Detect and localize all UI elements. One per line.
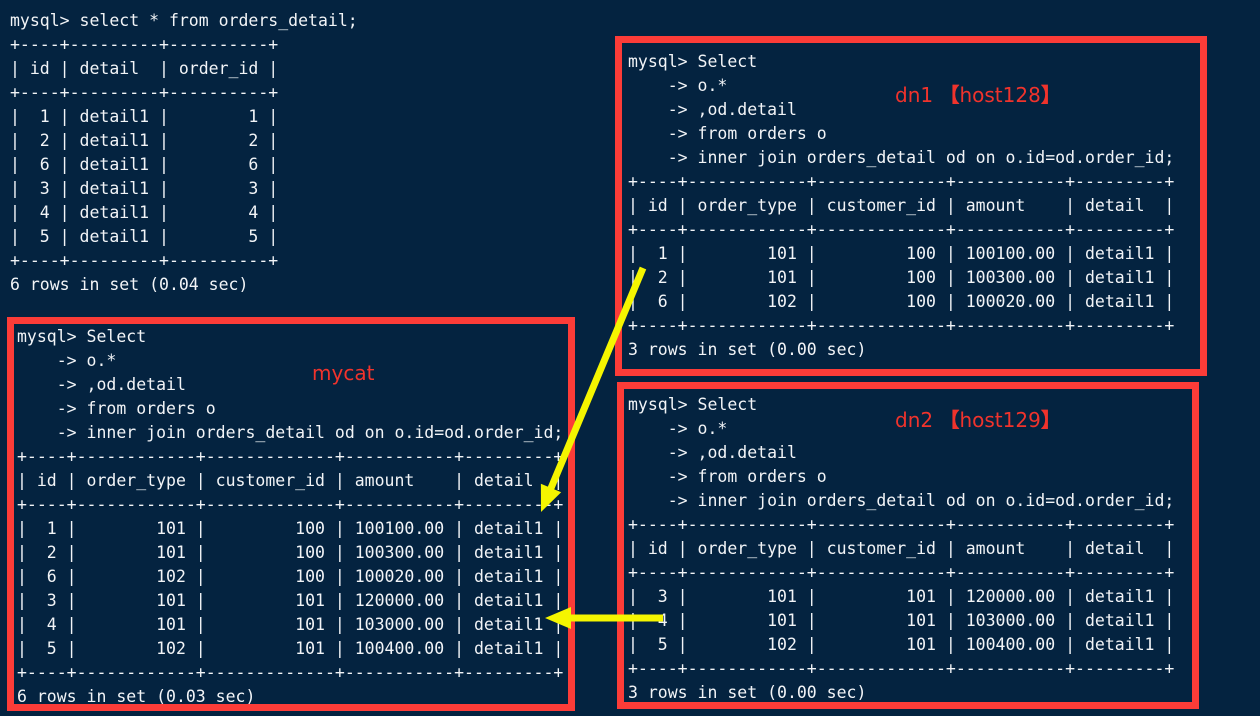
terminal-line: mysql> Select: [17, 327, 147, 346]
mycat-label-text: mycat: [312, 361, 375, 385]
orders-detail-query-output: mysql> select * from orders_detail; +----…: [10, 9, 358, 297]
terminal-line: -> from orders o: [628, 467, 827, 486]
terminal-line: +----+------------+-------------+-------…: [628, 515, 1175, 534]
dn2-label-bracket-close: 】: [1040, 408, 1061, 432]
dn1-label: dn1 【host128】: [895, 85, 1061, 105]
terminal-line: +----+---------+----------+: [10, 251, 279, 270]
terminal-line: | 2 | detail1 | 2 |: [10, 131, 279, 150]
dn1-label-host: host128: [959, 83, 1041, 107]
mycat-label: mycat: [312, 363, 374, 383]
terminal-line: +----+------------+-------------+-------…: [628, 220, 1175, 239]
terminal-line: -> from orders o: [628, 124, 827, 143]
terminal-line: | 4 | 101 | 101 | 103000.00 | detail1 |: [628, 611, 1175, 630]
terminal-line: -> o.*: [17, 351, 117, 370]
terminal-line: 3 rows in set (0.00 sec): [628, 340, 867, 359]
terminal-line: | id | order_type | customer_id | amount…: [17, 471, 564, 490]
terminal-line: -> from orders o: [17, 399, 216, 418]
terminal-line: 3 rows in set (0.00 sec): [628, 683, 867, 702]
terminal-line: | 4 | detail1 | 4 |: [10, 203, 279, 222]
terminal-line: | 3 | detail1 | 3 |: [10, 179, 279, 198]
dn1-label-bracket-close: 】: [1040, 83, 1061, 107]
terminal-line: -> ,od.detail: [17, 375, 186, 394]
terminal-line: | 6 | 102 | 100 | 100020.00 | detail1 |: [628, 292, 1175, 311]
terminal-line: +----+------------+-------------+-------…: [17, 447, 564, 466]
terminal-line: +----+------------+-------------+-------…: [628, 172, 1175, 191]
terminal-line: | 3 | 101 | 101 | 120000.00 | detail1 |: [628, 587, 1175, 606]
terminal-line: +----+------------+-------------+-------…: [628, 659, 1175, 678]
dn2-label-host: host129: [959, 408, 1041, 432]
terminal-line: | 5 | 102 | 101 | 100400.00 | detail1 |: [17, 639, 564, 658]
dn1-label-prefix: dn1: [895, 83, 940, 107]
terminal-line: -> ,od.detail: [628, 443, 797, 462]
terminal-line: | 1 | 101 | 100 | 100100.00 | detail1 |: [628, 244, 1175, 263]
terminal-line: +----+------------+-------------+-------…: [628, 316, 1175, 335]
dn2-join-query-output: mysql> Select -> o.* -> ,od.detail -> fr…: [628, 393, 1174, 705]
dn2-label: dn2 【host129】: [895, 410, 1061, 430]
dn2-label-bracket-open: 【: [939, 408, 960, 432]
terminal-line: | 5 | detail1 | 5 |: [10, 227, 279, 246]
terminal-line: +----+------------+-------------+-------…: [17, 495, 564, 514]
dn1-label-bracket-open: 【: [939, 83, 960, 107]
terminal-line: -> inner join orders_detail od on o.id=o…: [628, 148, 1175, 167]
terminal-line: +----+------------+-------------+-------…: [628, 563, 1175, 582]
terminal-line: 6 rows in set (0.03 sec): [17, 687, 256, 706]
terminal-line: | 1 | 101 | 100 | 100100.00 | detail1 |: [17, 519, 564, 538]
terminal-line: | id | order_type | customer_id | amount…: [628, 539, 1175, 558]
terminal-line: mysql> select * from orders_detail;: [10, 11, 358, 30]
terminal-line: mysql> Select: [628, 52, 758, 71]
terminal-line: -> inner join orders_detail od on o.id=o…: [628, 491, 1175, 510]
terminal-line: | 6 | 102 | 100 | 100020.00 | detail1 |: [17, 567, 564, 586]
terminal-line: | 4 | 101 | 101 | 103000.00 | detail1 |: [17, 615, 564, 634]
terminal-line: 6 rows in set (0.04 sec): [10, 275, 249, 294]
terminal-line: | 2 | 101 | 100 | 100300.00 | detail1 |: [17, 543, 564, 562]
terminal-line: | 2 | 101 | 100 | 100300.00 | detail1 |: [628, 268, 1175, 287]
terminal-line: +----+------------+-------------+-------…: [17, 663, 564, 682]
mycat-join-query-output: mysql> Select -> o.* -> ,od.detail -> fr…: [17, 325, 563, 709]
terminal-line: +----+---------+----------+: [10, 83, 279, 102]
terminal-line: +----+---------+----------+: [10, 35, 279, 54]
terminal-line: | id | order_type | customer_id | amount…: [628, 196, 1175, 215]
terminal-line: -> inner join orders_detail od on o.id=o…: [17, 423, 564, 442]
terminal-line: | 6 | detail1 | 6 |: [10, 155, 279, 174]
terminal-line: | 5 | 102 | 101 | 100400.00 | detail1 |: [628, 635, 1175, 654]
terminal-line: | 3 | 101 | 101 | 120000.00 | detail1 |: [17, 591, 564, 610]
terminal-line: | 1 | detail1 | 1 |: [10, 107, 279, 126]
terminal-line: | id | detail | order_id |: [10, 59, 279, 78]
dn2-label-prefix: dn2: [895, 408, 940, 432]
